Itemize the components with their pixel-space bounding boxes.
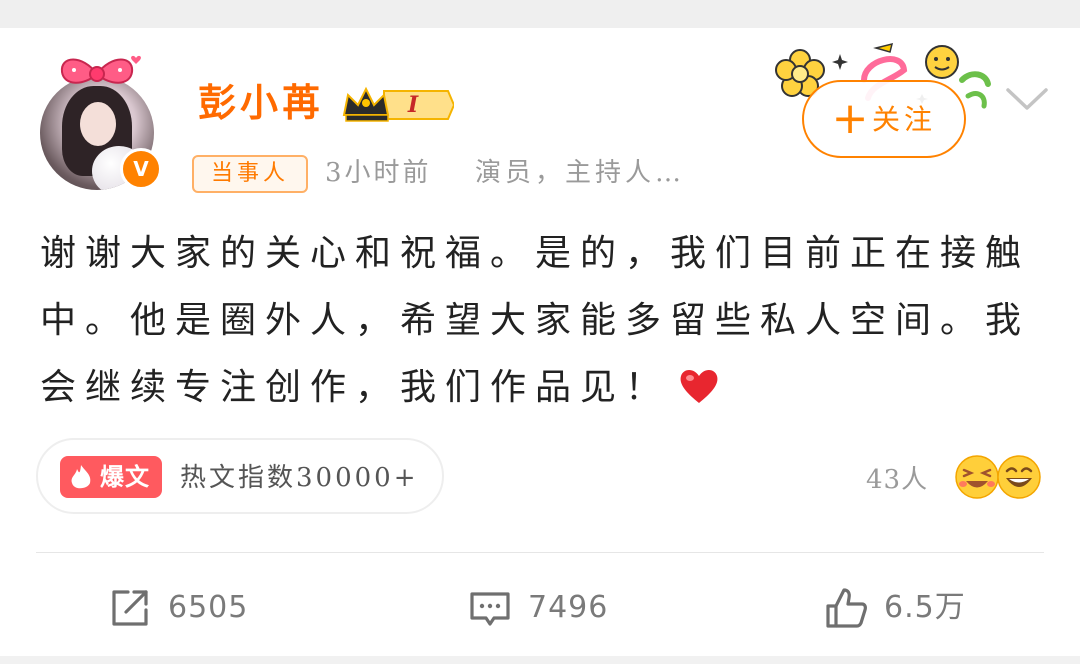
divider [36,552,1044,553]
vip-level: I [407,92,419,118]
post-text: 谢谢大家的关心和祝福。是的，我们目前正在接触中。他是圈外人，希望大家能多留些私人… [40,233,1031,408]
avatar-face [80,102,116,146]
heart-icon [680,369,718,403]
reactions-count[interactable]: 43人 [866,460,928,500]
verified-icon: V [120,148,162,190]
grinning-emoji-icon[interactable] [996,454,1042,500]
bottom-gap [0,656,1080,664]
follow-label: 关注 [872,103,937,136]
role-badge: 当事人 [192,155,308,193]
follow-button[interactable]: + 关注 [802,80,966,158]
plus-icon: + [831,93,869,144]
avatar-container[interactable]: V [38,48,162,190]
hot-index-text: 热文指数30000+ [180,463,419,493]
flame-icon [71,465,91,489]
chevron-down-icon[interactable] [1004,82,1050,116]
vip-crown-icon[interactable] [340,85,454,125]
laughing-emoji-icon[interactable] [954,454,1000,500]
like-button[interactable]: 6.5万 [824,580,994,636]
post-content: 谢谢大家的关心和祝福。是的，我们目前正在接触中。他是圈外人，希望大家能多留些私人… [40,220,1050,421]
top-gap [0,0,1080,28]
comment-count: 7496 [528,590,609,625]
hot-index-pill[interactable]: 爆文 热文指数30000+ [36,438,444,514]
hot-tag-label: 爆文 [100,463,150,491]
repost-icon [112,590,148,626]
post-time: 3小时前 [325,158,432,188]
hot-tag: 爆文 [60,456,162,498]
repost-count: 6505 [168,590,249,625]
bow-decoration-icon [60,55,141,84]
like-icon [826,588,867,628]
user-description: 演员，主持人… [475,158,686,188]
like-count: 6.5万 [884,590,966,625]
repost-button[interactable]: 6505 [108,580,268,636]
comment-button[interactable]: 7496 [468,580,628,636]
username[interactable]: 彭小苒 [198,80,324,126]
comment-icon [470,592,510,626]
